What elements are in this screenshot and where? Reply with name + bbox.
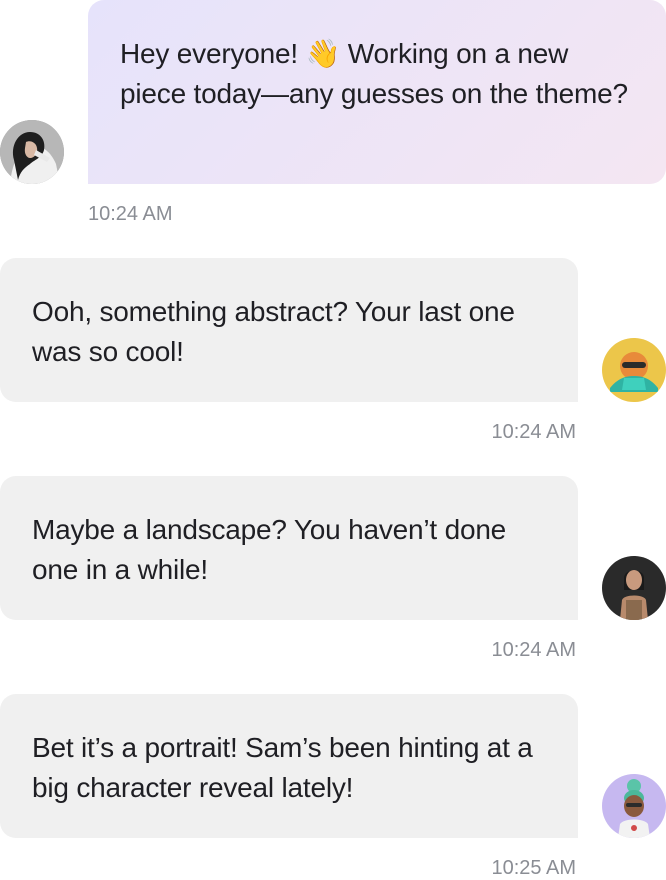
message-timestamp: 10:25 AM — [491, 857, 576, 879]
message-timestamp: 10:24 AM — [491, 421, 576, 443]
message-received: Bet it’s a portrait! Sam’s been hinting … — [0, 694, 666, 880]
message-bubble[interactable]: Bet it’s a portrait! Sam’s been hinting … — [0, 694, 578, 838]
message-received: Maybe a landscape? You haven’t done one … — [0, 476, 666, 676]
message-text: Bet it’s a portrait! Sam’s been hinting … — [32, 732, 533, 803]
message-sent: Hey everyone! 👋 Working on a new piece t… — [0, 0, 666, 230]
message-text: Maybe a landscape? You haven’t done one … — [32, 514, 507, 585]
contact-avatar[interactable] — [602, 774, 666, 838]
message-timestamp: 10:24 AM — [491, 639, 576, 661]
message-bubble[interactable]: Ooh, something abstract? Your last one w… — [0, 258, 578, 402]
contact-avatar[interactable] — [602, 338, 666, 402]
user-avatar[interactable] — [0, 120, 64, 184]
3d-character-bun-hair-avatar-icon — [602, 774, 666, 838]
3d-character-sunglasses-avatar-icon — [602, 338, 666, 402]
contact-avatar[interactable] — [602, 556, 666, 620]
message-received: Ooh, something abstract? Your last one w… — [0, 258, 666, 458]
3d-character-dark-hair-avatar-icon — [602, 556, 666, 620]
woman-portrait-avatar-icon — [0, 120, 64, 184]
message-text: Ooh, something abstract? Your last one w… — [32, 296, 515, 367]
message-text: Hey everyone! 👋 Working on a new piece t… — [120, 38, 628, 109]
message-timestamp: 10:24 AM — [88, 203, 173, 225]
message-bubble[interactable]: Maybe a landscape? You haven’t done one … — [0, 476, 578, 620]
message-bubble[interactable]: Hey everyone! 👋 Working on a new piece t… — [88, 0, 666, 184]
